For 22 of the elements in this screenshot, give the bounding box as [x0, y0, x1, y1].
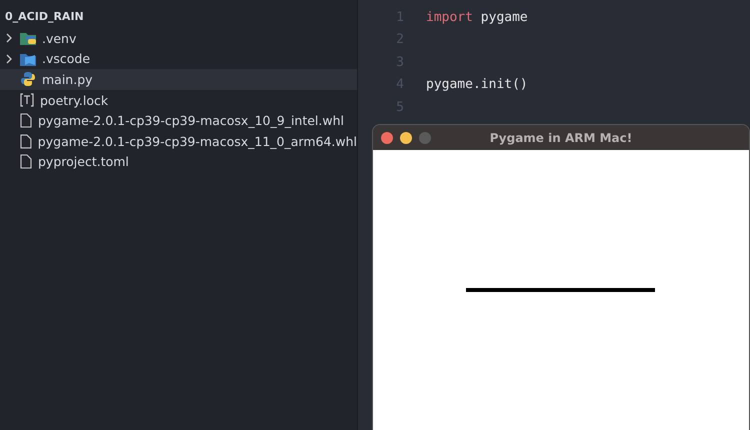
- window-title: Pygame in ARM Mac!: [490, 130, 632, 144]
- chevron-icon: [5, 33, 13, 44]
- file-icon: [20, 154, 32, 170]
- project-title: 0_ACID_RAIN: [4, 10, 85, 25]
- file-tree-item[interactable]: pyproject.toml: [0, 152, 357, 172]
- code-line: import pygame: [426, 10, 528, 25]
- vscode-folder-icon: [20, 52, 36, 66]
- minimize-icon[interactable]: [400, 132, 412, 144]
- file-icon: [20, 134, 32, 149]
- file-tree-item[interactable]: pygame-2.0.1-cp39-cp39-macosx_11_0_arm64.whl: [0, 130, 357, 152]
- python-folder-icon: [20, 31, 36, 46]
- close-icon[interactable]: [381, 132, 393, 144]
- text-file-icon: [20, 93, 34, 108]
- file-icon: [20, 113, 32, 128]
- file-tree-item[interactable]: .vscode: [0, 48, 357, 70]
- file-tree-item[interactable]: .venv: [0, 28, 357, 49]
- file-tree-item[interactable]: poetry.lock: [0, 90, 357, 110]
- python-icon: [20, 71, 36, 88]
- file-tree-item[interactable]: main.py: [0, 69, 357, 90]
- code-line: pygame.init(): [426, 77, 528, 92]
- chevron-icon: [5, 54, 13, 64]
- file-tree-item[interactable]: pygame-2.0.1-cp39-cp39-macosx_10_9_intel.whl: [0, 110, 357, 131]
